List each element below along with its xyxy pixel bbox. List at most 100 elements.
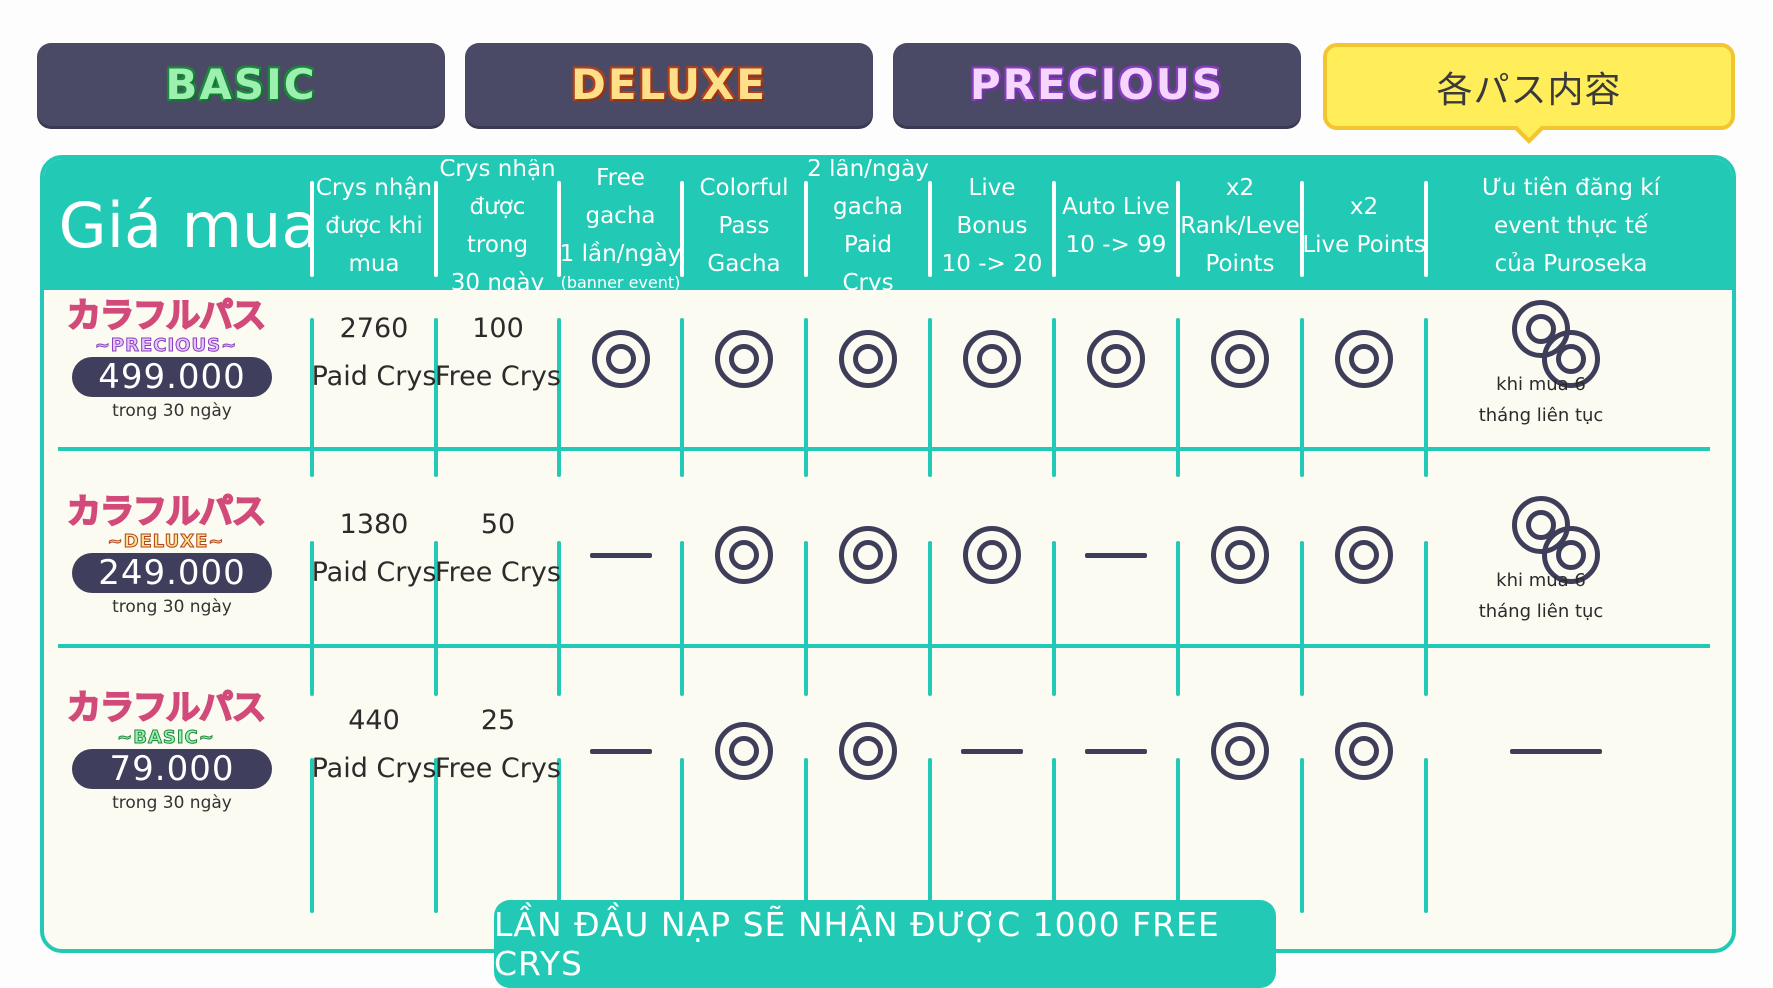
free-crys-cell: 50 Free Crys bbox=[430, 501, 566, 597]
not-included-dash-icon bbox=[1085, 749, 1147, 754]
column-divider bbox=[928, 758, 932, 913]
column-divider bbox=[804, 318, 808, 477]
comparison-table: Giá mua Crys nhận được khi mua Crys nhận đượ… bbox=[40, 155, 1736, 953]
not-included-dash-icon bbox=[589, 749, 652, 754]
column-header: Free gacha 1 lần/ngày (banner event) bbox=[559, 165, 682, 292]
pass-logo-title: カラフルパス bbox=[66, 688, 267, 728]
active-tab-pointer-fill bbox=[1517, 126, 1541, 138]
included-circle-icon bbox=[1211, 526, 1269, 584]
free-crys-amount: 50 bbox=[480, 509, 516, 540]
paid-crys-label: Paid Crys bbox=[311, 361, 437, 392]
column-header-text: Free gacha 1 lần/ngày (banner event) bbox=[559, 159, 682, 293]
not-included-dash-icon bbox=[961, 749, 1023, 754]
column-header: x2 Rank/Leve Points bbox=[1178, 167, 1302, 285]
column-header-line: x2 bbox=[1349, 194, 1379, 220]
column-header-line: Live Points bbox=[1302, 232, 1426, 258]
included-circle-icon bbox=[839, 722, 897, 780]
column-divider bbox=[1052, 758, 1056, 913]
column-header-line: 10 -> 99 bbox=[1065, 232, 1167, 258]
tab-pass-contents[interactable]: 各パス内容 bbox=[1323, 43, 1735, 144]
column-divider bbox=[1300, 758, 1304, 913]
column-header: Auto Live 10 -> 99 bbox=[1054, 167, 1178, 285]
not-included-dash-icon bbox=[589, 553, 652, 558]
row-divider bbox=[58, 447, 1710, 451]
column-header-line: 2 lần/ngày bbox=[807, 156, 929, 182]
included-circle-icon bbox=[963, 526, 1021, 584]
column-header-line: Live Bonus bbox=[956, 175, 1028, 239]
column-header-line: 30 ngày bbox=[450, 270, 545, 296]
included-circle-icon bbox=[591, 330, 650, 388]
column-header-note: (banner event) bbox=[560, 273, 681, 292]
included-circle-icon bbox=[1087, 330, 1145, 388]
pass-tier-label: ~DELUXE~ bbox=[107, 531, 225, 553]
free-crys-amount: 25 bbox=[480, 705, 516, 736]
price-duration: trong 30 ngày bbox=[112, 401, 232, 421]
free-crys-cell: 100 Free Crys bbox=[430, 305, 566, 401]
column-header-text: Colorful Pass Gacha bbox=[699, 169, 788, 283]
tab-basic[interactable]: BASIC bbox=[37, 43, 445, 126]
header-divider bbox=[928, 181, 932, 277]
column-divider bbox=[1176, 318, 1180, 477]
header-divider bbox=[1300, 181, 1304, 277]
header-divider bbox=[680, 181, 684, 277]
column-header-line: Crys bbox=[842, 270, 894, 296]
column-header-line: event thực tế bbox=[1493, 213, 1649, 239]
column-divider bbox=[1424, 318, 1428, 477]
column-header: 2 lần/ngày gacha Paid Crys bbox=[806, 159, 930, 296]
condition-note: khi mua 6 tháng liên tục bbox=[1461, 565, 1621, 627]
paid-crys-label: Paid Crys bbox=[311, 557, 437, 588]
column-divider bbox=[1176, 758, 1180, 913]
pass-logo-title: カラフルパス bbox=[66, 492, 267, 532]
pass-logo: カラフルパス ~PRECIOUS~ bbox=[66, 296, 267, 357]
free-crys-amount: 100 bbox=[472, 313, 524, 344]
paid-crys-amount: 440 bbox=[348, 705, 400, 736]
included-circle-icon bbox=[1512, 496, 1570, 554]
tab-precious[interactable]: PRECIOUS bbox=[893, 43, 1301, 126]
pass-tier-label: ~PRECIOUS~ bbox=[94, 335, 238, 357]
column-header-line: Points bbox=[1205, 251, 1275, 277]
column-header-line: Auto Live bbox=[1062, 194, 1170, 220]
pass-logo: カラフルパス ~BASIC~ bbox=[66, 688, 267, 749]
column-header-text: x2 Live Points bbox=[1302, 188, 1425, 264]
column-divider bbox=[680, 758, 684, 913]
price-badge: 79.000 bbox=[72, 749, 272, 789]
column-header-line: x2 bbox=[1225, 175, 1255, 201]
included-circle-icon bbox=[1335, 722, 1393, 780]
column-header-line: Pass bbox=[718, 213, 770, 239]
not-included-dash-icon bbox=[1085, 553, 1147, 558]
column-header-line: Colorful bbox=[699, 175, 789, 201]
header-divider bbox=[1052, 181, 1056, 277]
price-badge: 249.000 bbox=[72, 553, 272, 593]
included-circle-icon bbox=[1335, 330, 1393, 388]
column-header-text: Live Bonus 10 -> 20 bbox=[930, 169, 1054, 283]
header-divider bbox=[1176, 181, 1180, 277]
included-circle-icon bbox=[1211, 330, 1269, 388]
column-header-line: mua bbox=[348, 251, 400, 277]
column-header-line: 1 lần/ngày bbox=[559, 241, 682, 267]
paid-crys-label: Paid Crys bbox=[311, 753, 437, 784]
column-header-line: của Puroseka bbox=[1494, 251, 1648, 277]
tab-pass-contents-label: 各パス内容 bbox=[1436, 69, 1622, 111]
column-divider bbox=[1424, 541, 1428, 696]
price-duration: trong 30 ngày bbox=[112, 597, 232, 617]
column-divider bbox=[1424, 758, 1428, 913]
column-header: Crys nhận được trong 30 ngày bbox=[436, 159, 559, 296]
column-header-line: Free gacha bbox=[585, 165, 656, 229]
column-header-line: Rank/Leve bbox=[1180, 213, 1300, 239]
included-circle-icon bbox=[839, 526, 897, 584]
column-header-line: 10 -> 20 bbox=[941, 251, 1043, 277]
free-crys-label: Free Crys bbox=[435, 557, 561, 588]
column-header-text: Crys nhận được khi mua bbox=[316, 169, 432, 283]
condition-note-line: khi mua 6 bbox=[1496, 374, 1586, 395]
header-divider bbox=[1424, 181, 1428, 277]
free-crys-label: Free Crys bbox=[435, 753, 561, 784]
tab-deluxe[interactable]: DELUXE bbox=[465, 43, 873, 126]
included-circle-icon bbox=[715, 722, 773, 780]
column-header-line: Crys nhận bbox=[315, 175, 433, 201]
tab-deluxe-label: DELUXE bbox=[571, 60, 767, 109]
pass-logo-title: カラフルパス bbox=[66, 296, 267, 336]
included-circle-icon bbox=[963, 330, 1021, 388]
column-divider bbox=[928, 541, 932, 696]
column-divider bbox=[804, 541, 808, 696]
paid-crys-amount: 2760 bbox=[339, 313, 409, 344]
